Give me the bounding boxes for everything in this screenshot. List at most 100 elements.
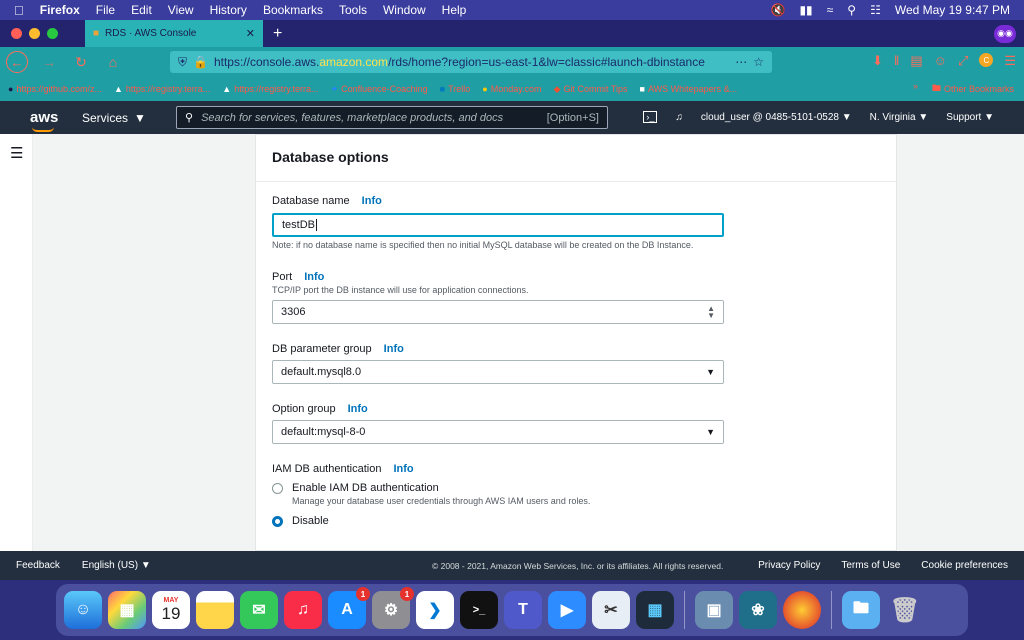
aws-search-input[interactable]: ⚲ Search for services, features, marketp… xyxy=(176,106,608,129)
close-window-button[interactable] xyxy=(11,28,22,39)
iam-auth-info-link[interactable]: Info xyxy=(393,463,413,475)
cloudshell-icon[interactable]: ›_ xyxy=(643,111,658,123)
dock-separator xyxy=(684,591,685,629)
pocket-icon[interactable]: ⬇ xyxy=(872,53,883,69)
account-icon[interactable]: ☺ xyxy=(934,53,947,69)
menu-tools[interactable]: Tools xyxy=(339,3,367,17)
bookmark-monday[interactable]: ● Monday.com xyxy=(482,84,541,94)
sidebar-icon[interactable]: ▤ xyxy=(910,53,922,69)
region-menu[interactable]: N. Virginia ▼ xyxy=(870,112,929,123)
grid-app-icon[interactable]: ▦ xyxy=(636,591,674,629)
new-tab-button[interactable]: + xyxy=(273,25,282,43)
finder-icon[interactable]: ☺ xyxy=(64,591,102,629)
messages-icon[interactable]: ✉ xyxy=(240,591,278,629)
bookmark-registry-1[interactable]: ▲ https://registry.terra... xyxy=(114,84,210,94)
param-group-select[interactable]: default.mysql8.0 ▼ xyxy=(272,360,724,384)
spotlight-icon[interactable]: ⚲ xyxy=(847,3,856,17)
system-preferences-icon[interactable]: ⚙ 1 xyxy=(372,587,414,629)
option-group-select[interactable]: default:mysql-8-0 ▼ xyxy=(272,420,724,444)
url-bar[interactable]: ⛨ 🔒 https://console.aws.amazon.com/rds/h… xyxy=(170,51,772,73)
vscode-icon[interactable]: ❯ xyxy=(416,591,454,629)
iam-disable-option[interactable]: Disable xyxy=(272,515,590,527)
port-field: Port Info TCP/IP port the DB instance wil… xyxy=(272,271,724,324)
more-bookmarks-icon[interactable]: » xyxy=(913,81,918,97)
apple-icon[interactable]:  xyxy=(14,3,24,18)
battery-icon[interactable]: ▮▮ xyxy=(799,3,812,17)
iam-enable-option[interactable]: Enable IAM DB authentication Manage your … xyxy=(272,482,590,506)
firefox-icon[interactable] xyxy=(783,591,821,629)
minimize-window-button[interactable] xyxy=(29,28,40,39)
app-store-icon[interactable]: A1 xyxy=(328,587,370,629)
teams-icon[interactable]: T xyxy=(504,591,542,629)
lock-icon[interactable]: 🔒 xyxy=(193,55,208,69)
option-group-info-link[interactable]: Info xyxy=(348,403,368,415)
bookmark-trello[interactable]: ■ Trello xyxy=(440,84,471,94)
notes-icon[interactable] xyxy=(196,591,234,629)
forward-button[interactable]: → xyxy=(38,54,60,70)
bookmark-star-icon[interactable]: ☆ xyxy=(753,55,764,69)
terms-of-use-link[interactable]: Terms of Use xyxy=(841,560,900,571)
db-name-info-link[interactable]: Info xyxy=(362,195,382,207)
support-menu[interactable]: Support ▼ xyxy=(946,112,994,123)
preview-window-icon[interactable]: ▣ xyxy=(695,591,733,629)
terminal-icon[interactable]: >_ xyxy=(460,591,498,629)
wifi-icon[interactable]: ≈ xyxy=(827,3,834,17)
menu-icon[interactable]: ☰ xyxy=(1004,53,1016,69)
db-name-label: Database name xyxy=(272,195,350,207)
home-button[interactable]: ⌂ xyxy=(102,54,124,70)
menu-view[interactable]: View xyxy=(168,3,194,17)
account-menu[interactable]: cloud_user @ 0485-5101-0528 ▼ xyxy=(701,112,852,123)
menu-edit[interactable]: Edit xyxy=(131,3,152,17)
reload-button[interactable]: ↻ xyxy=(70,54,92,71)
aws-top-nav: aws Services ▼ ⚲ Search for services, fea… xyxy=(0,101,1024,134)
radio-enable[interactable] xyxy=(272,483,283,494)
radio-disable[interactable] xyxy=(272,516,283,527)
trash-icon[interactable]: 🗑 xyxy=(886,591,924,629)
music-icon[interactable]: ♫ xyxy=(284,591,322,629)
macos-menu-bar:  Firefox File Edit View History Bookmar… xyxy=(0,0,1024,20)
back-button[interactable]: ← xyxy=(6,51,28,73)
other-bookmarks[interactable]: 🖿 Other Bookmarks xyxy=(932,81,1014,97)
screenshot-icon[interactable]: ⤢ xyxy=(958,53,968,69)
privacy-policy-link[interactable]: Privacy Policy xyxy=(758,560,820,571)
param-group-info-link[interactable]: Info xyxy=(384,343,404,355)
menu-file[interactable]: File xyxy=(96,3,115,17)
bookmark-git-tips[interactable]: ◆ Git Commit Tips xyxy=(554,84,628,95)
control-center-icon[interactable]: ☷ xyxy=(870,3,881,17)
calendar-icon[interactable]: MAY 19 xyxy=(152,591,190,629)
launchpad-icon[interactable]: ▦ xyxy=(108,591,146,629)
menu-help[interactable]: Help xyxy=(442,3,467,17)
aws-logo[interactable]: aws xyxy=(30,110,72,132)
zoom-icon[interactable]: ▶ xyxy=(548,591,586,629)
mysql-workbench-icon[interactable]: ❀ xyxy=(739,591,777,629)
port-input[interactable]: 3306 ▲ ▼ xyxy=(272,300,724,324)
bookmark-registry-2[interactable]: ▲ https://registry.terra... xyxy=(222,84,318,94)
bookmark-aws-whitepapers[interactable]: ■ AWS Whitepapers &... xyxy=(640,84,738,94)
bookmark-github[interactable]: ● https://github.com/z... xyxy=(8,84,102,94)
page-actions-icon[interactable]: ⋯ xyxy=(735,55,747,69)
mute-icon[interactable]: 🔇 xyxy=(771,3,786,17)
zoom-window-button[interactable] xyxy=(47,28,58,39)
hamburger-menu-icon[interactable]: ☰ xyxy=(10,144,23,162)
shield-icon[interactable]: ⛨ xyxy=(178,55,187,70)
stepper-icon[interactable]: ▲ ▼ xyxy=(707,305,715,320)
tab-close-icon[interactable]: ✕ xyxy=(246,27,255,40)
db-name-input[interactable]: testDB xyxy=(272,213,724,237)
notifications-bell-icon[interactable]: ♫ xyxy=(675,112,683,123)
menu-window[interactable]: Window xyxy=(383,3,426,17)
services-menu[interactable]: Services ▼ xyxy=(82,111,146,125)
cookie-preferences-link[interactable]: Cookie preferences xyxy=(921,560,1008,571)
screenshot-tool-icon[interactable]: ✂ xyxy=(592,591,630,629)
feedback-link[interactable]: Feedback xyxy=(16,560,60,571)
extension-icon[interactable]: C xyxy=(979,53,994,67)
browser-tab-rds[interactable]: ■ RDS · AWS Console ✕ xyxy=(85,20,263,47)
bookmark-confluence[interactable]: ✦ Confluence-Coaching xyxy=(331,84,428,95)
menu-history[interactable]: History xyxy=(210,3,247,17)
library-icon[interactable]: ‖ xyxy=(894,53,899,69)
port-info-link[interactable]: Info xyxy=(304,271,324,283)
language-selector[interactable]: English (US) ▼ xyxy=(82,560,151,571)
downloads-folder-icon[interactable]: 🖿 xyxy=(842,591,880,629)
menu-clock[interactable]: Wed May 19 9:47 PM xyxy=(895,3,1010,17)
menu-app-name[interactable]: Firefox xyxy=(40,3,80,17)
menu-bookmarks[interactable]: Bookmarks xyxy=(263,3,323,17)
